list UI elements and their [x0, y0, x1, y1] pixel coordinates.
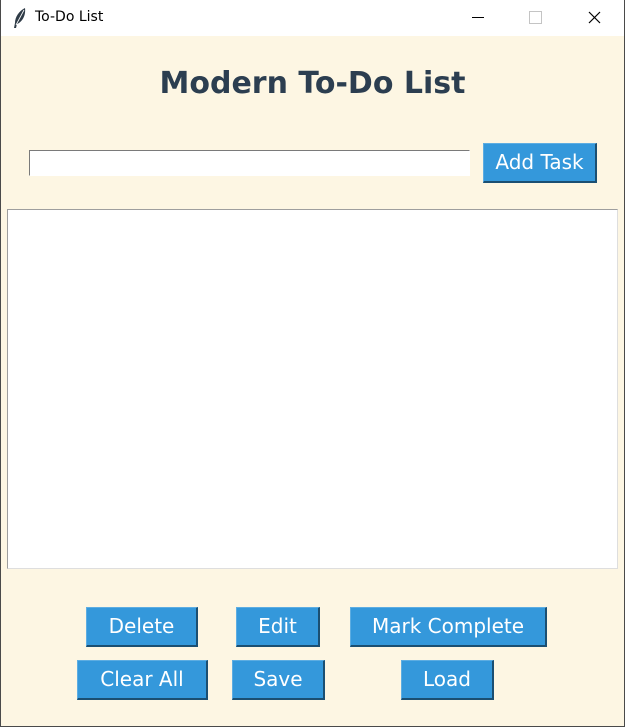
page-title: Modern To-Do List — [159, 66, 466, 101]
minimize-icon[interactable] — [455, 0, 501, 36]
feather-icon — [12, 7, 28, 29]
task-input[interactable] — [29, 150, 470, 176]
load-button[interactable]: Load — [401, 660, 494, 700]
title-bar[interactable]: To-Do List — [1, 0, 624, 36]
add-task-button[interactable]: Add Task — [483, 143, 597, 183]
window-title: To-Do List — [35, 9, 104, 25]
edit-button[interactable]: Edit — [236, 607, 320, 647]
maximize-icon[interactable] — [512, 0, 558, 36]
task-list[interactable] — [7, 209, 618, 569]
delete-button[interactable]: Delete — [86, 607, 198, 647]
app-window: To-Do List Modern To-Do List Add Task De… — [0, 0, 625, 727]
close-icon[interactable] — [571, 0, 617, 36]
mark-complete-button[interactable]: Mark Complete — [350, 607, 547, 647]
clear-all-button[interactable]: Clear All — [77, 660, 208, 700]
save-button[interactable]: Save — [232, 660, 325, 700]
